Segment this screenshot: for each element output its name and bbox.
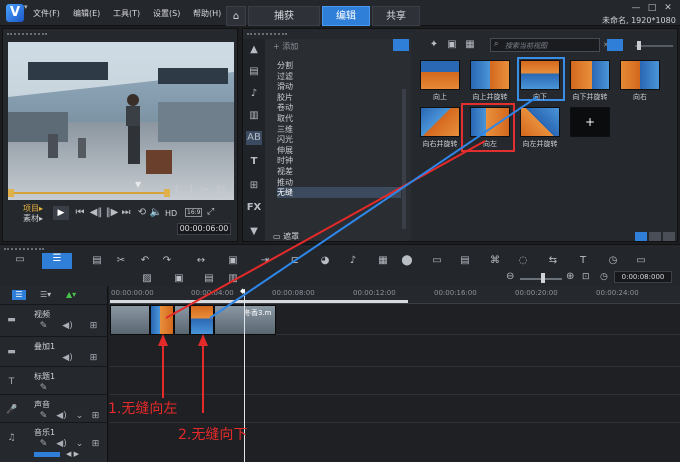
annotation-label-1: 1.无缝向左	[108, 401, 178, 417]
red-arrowhead-2	[198, 334, 208, 346]
red-guide-line	[165, 140, 486, 319]
red-arrowhead-1	[158, 334, 168, 346]
annotation-label-2: 2.无缝向下	[178, 427, 248, 443]
blue-guide-line	[209, 96, 538, 319]
annotation-layer	[158, 96, 538, 413]
